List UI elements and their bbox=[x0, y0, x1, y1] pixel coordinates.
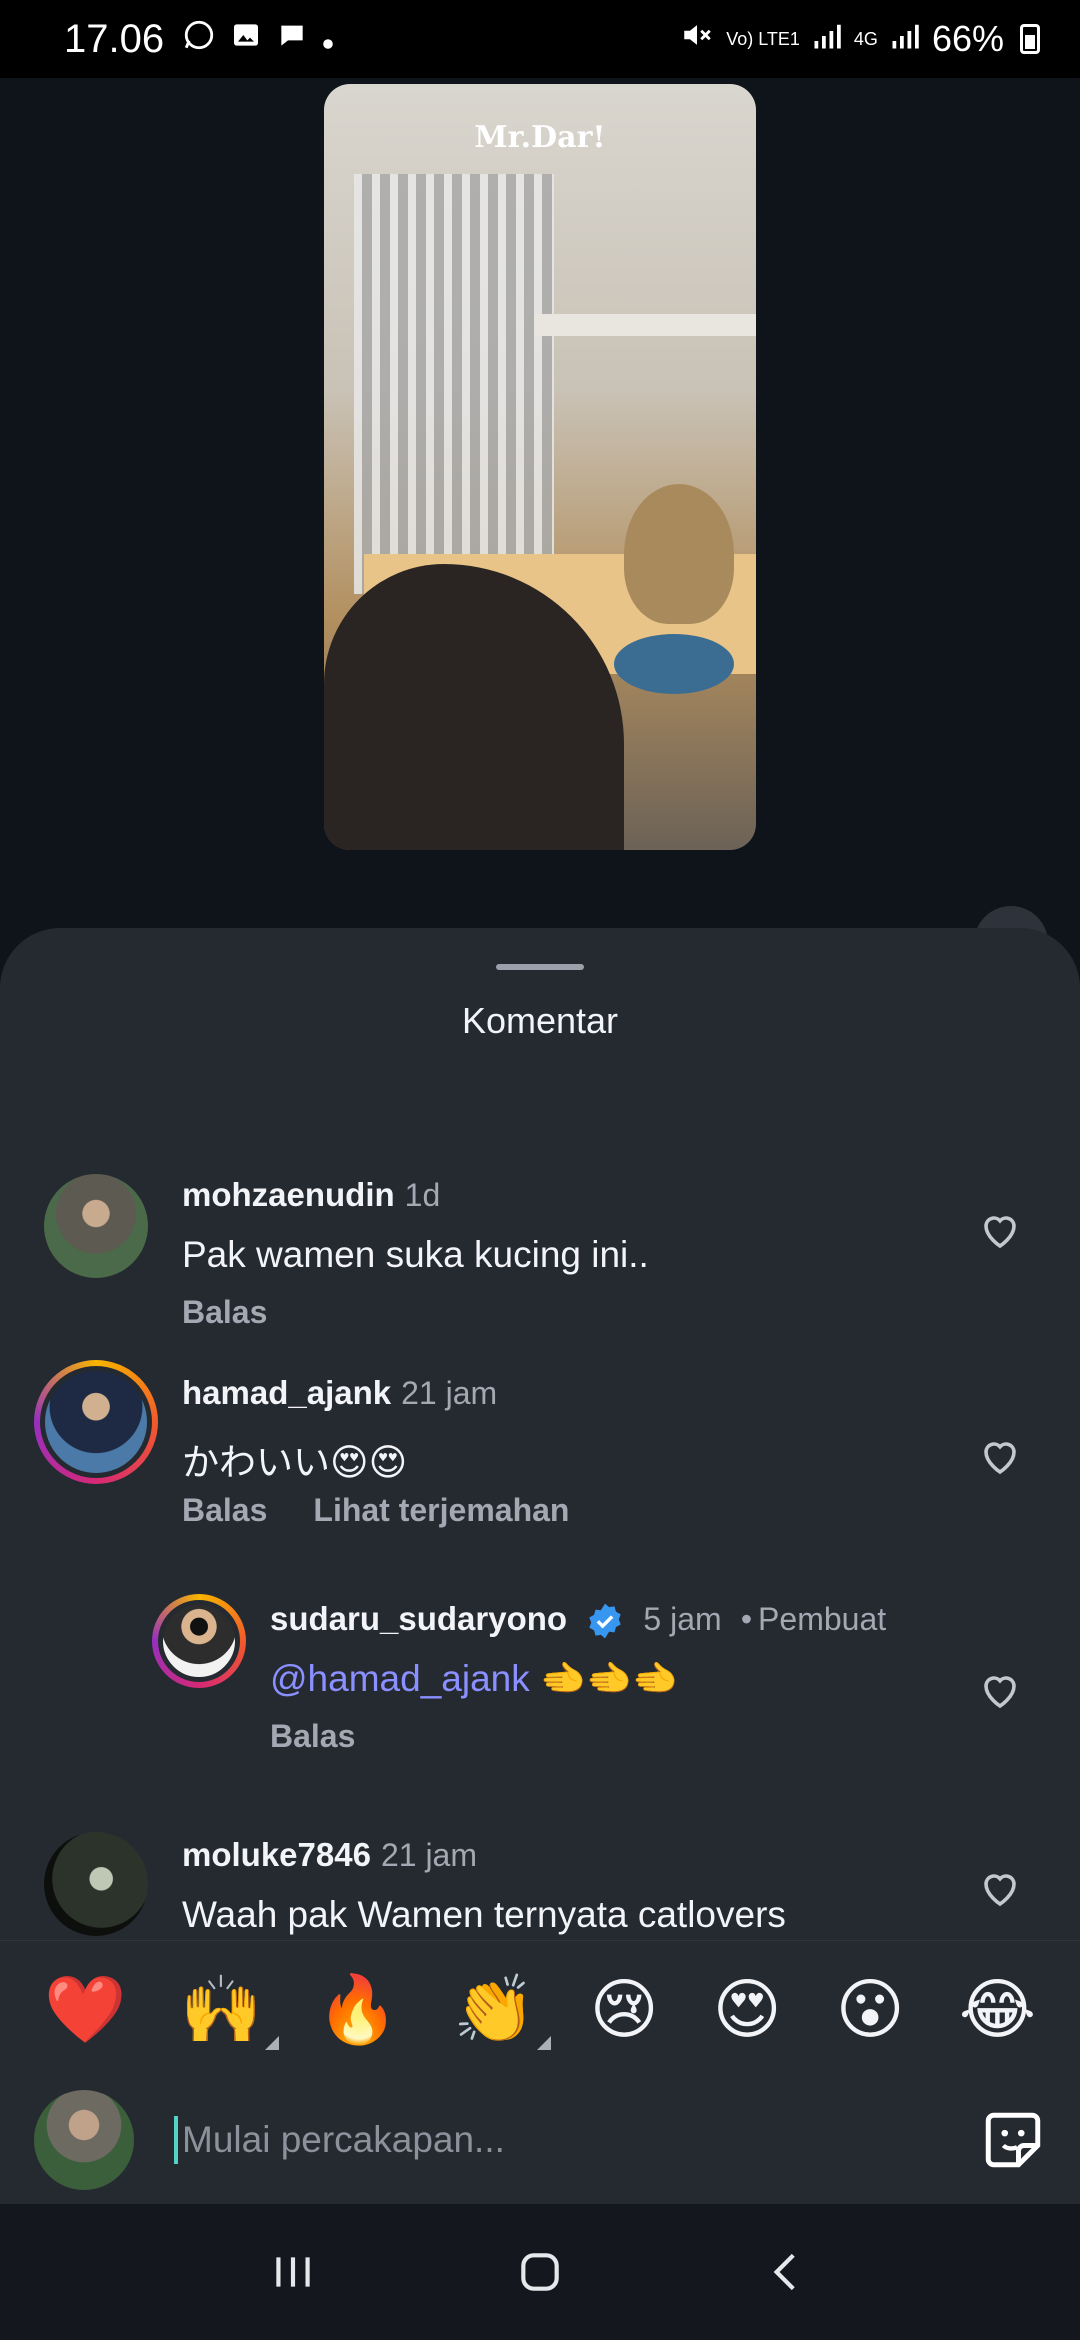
battery-percent: 66% bbox=[931, 18, 1004, 59]
sheet-drag-handle[interactable] bbox=[496, 964, 584, 970]
4g-label: 4G bbox=[853, 29, 878, 49]
comment-text: Waah pak Wamen ternyata catlovers bbox=[182, 1894, 786, 1935]
signal-icon bbox=[812, 18, 842, 60]
comment-time: 21 jam bbox=[380, 1837, 477, 1873]
comment-item: mohzaenudin 1d Pak wamen suka kucing ini.… bbox=[0, 1122, 1080, 1332]
emoji-clap-button[interactable]: 👏 bbox=[453, 1976, 552, 2050]
reply-button[interactable]: Balas bbox=[270, 1718, 355, 1755]
status-time: 17.06 bbox=[64, 16, 165, 61]
signal-icon-2 bbox=[890, 18, 920, 60]
avatar[interactable] bbox=[44, 1832, 148, 1936]
heart-icon[interactable] bbox=[976, 1206, 1024, 1254]
emoji-heart-eyes-button[interactable]: 😍 bbox=[713, 1976, 782, 2042]
chat-bubble-icon bbox=[276, 19, 308, 59]
recent-apps-icon[interactable] bbox=[268, 2247, 318, 2297]
my-avatar bbox=[34, 2090, 134, 2190]
comment-text: かわいい😍😍 bbox=[182, 1442, 408, 1483]
comment-actions: Balas bbox=[182, 1294, 267, 1331]
avatar[interactable] bbox=[152, 1594, 246, 1688]
back-icon[interactable] bbox=[762, 2247, 812, 2297]
heart-icon[interactable] bbox=[976, 1864, 1024, 1912]
battery-icon bbox=[1020, 24, 1040, 54]
comment-emoji-text: 🫲🫲🫲 bbox=[540, 1658, 679, 1699]
comment-time: 21 jam bbox=[401, 1375, 498, 1411]
video-bowl bbox=[614, 634, 734, 694]
home-icon[interactable] bbox=[515, 2247, 565, 2297]
emoji-laugh-button[interactable]: 😂 bbox=[959, 1976, 1036, 2042]
gallery-icon bbox=[230, 19, 262, 59]
comment-username[interactable]: sudaru_sudaryono 5 jam • Pembuat bbox=[270, 1600, 886, 1640]
comment-compose-bar: Mulai percakapan... bbox=[0, 2076, 1080, 2204]
lte-label: Vo) LTE1 bbox=[726, 29, 800, 49]
mention-link[interactable]: @hamad_ajank bbox=[270, 1658, 530, 1699]
skin-tone-indicator-icon bbox=[537, 2035, 552, 2050]
comment-text: Pak wamen suka kucing ini.. bbox=[182, 1234, 649, 1275]
verified-badge-icon bbox=[589, 1603, 621, 1639]
avatar[interactable] bbox=[44, 1174, 148, 1278]
video-cat bbox=[624, 484, 734, 624]
comment-time: 1d bbox=[404, 1177, 441, 1213]
whatsapp-icon bbox=[182, 18, 216, 60]
see-translation-button[interactable]: Lihat terjemahan bbox=[313, 1492, 569, 1529]
comment-text: @hamad_ajank 🫲🫲🫲 bbox=[270, 1658, 678, 1701]
comment-username[interactable]: moluke7846 21 jam bbox=[182, 1836, 477, 1874]
skin-tone-indicator-icon bbox=[264, 2035, 279, 2050]
comment-input[interactable]: Mulai percakapan... bbox=[182, 2119, 505, 2161]
comment-username[interactable]: mohzaenudin 1d bbox=[182, 1176, 440, 1214]
reply-button[interactable]: Balas bbox=[182, 1492, 267, 1529]
mute-status-icon bbox=[680, 18, 714, 61]
video-cage-bars bbox=[354, 174, 554, 594]
heart-icon[interactable] bbox=[976, 1666, 1024, 1714]
heart-icon[interactable] bbox=[976, 1432, 1024, 1480]
system-nav-bar bbox=[0, 2204, 1080, 2340]
comment-actions: Balas bbox=[270, 1718, 355, 1755]
status-bar: 17.06 Vo) LTE1 4G 66% bbox=[0, 0, 1080, 78]
comment-time: 5 jam bbox=[643, 1601, 722, 1637]
creator-separator: • bbox=[740, 1601, 753, 1637]
text-cursor bbox=[174, 2116, 178, 2164]
avatar[interactable] bbox=[34, 1360, 158, 1484]
reply-item: sudaru_sudaryono 5 jam • Pembuat @hamad_a… bbox=[0, 1584, 1080, 1794]
emoji-raised-hands-button[interactable]: 🙌 bbox=[180, 1976, 279, 2050]
video-area: Mr.Dar! bbox=[0, 78, 1080, 980]
emoji-heart-button[interactable]: ❤️ bbox=[44, 1976, 126, 2042]
comment-actions: Balas Lihat terjemahan bbox=[182, 1492, 569, 1529]
video-watermark: Mr.Dar! bbox=[474, 120, 606, 155]
emoji-wow-button[interactable]: 😮 bbox=[836, 1976, 905, 2042]
reply-button[interactable]: Balas bbox=[182, 1294, 267, 1331]
video-shelf bbox=[534, 314, 756, 336]
emoji-fire-button[interactable]: 🔥 bbox=[317, 1976, 399, 2042]
dot-icon bbox=[322, 21, 334, 58]
comment-item: hamad_ajank 21 jam かわいい😍😍 Balas Lihat ter… bbox=[0, 1348, 1080, 1558]
sticker-icon[interactable] bbox=[980, 2107, 1046, 2173]
emoji-cry-button[interactable]: 😢 bbox=[590, 1976, 659, 2042]
sheet-title: Komentar bbox=[461, 1000, 619, 1041]
emoji-quick-bar: ❤️ 🙌 🔥 👏 😢 😍 😮 😂 bbox=[0, 1940, 1080, 2076]
comment-username[interactable]: hamad_ajank 21 jam bbox=[182, 1374, 497, 1412]
reel-video[interactable]: Mr.Dar! bbox=[324, 84, 756, 850]
creator-badge: Pembuat bbox=[758, 1601, 887, 1637]
